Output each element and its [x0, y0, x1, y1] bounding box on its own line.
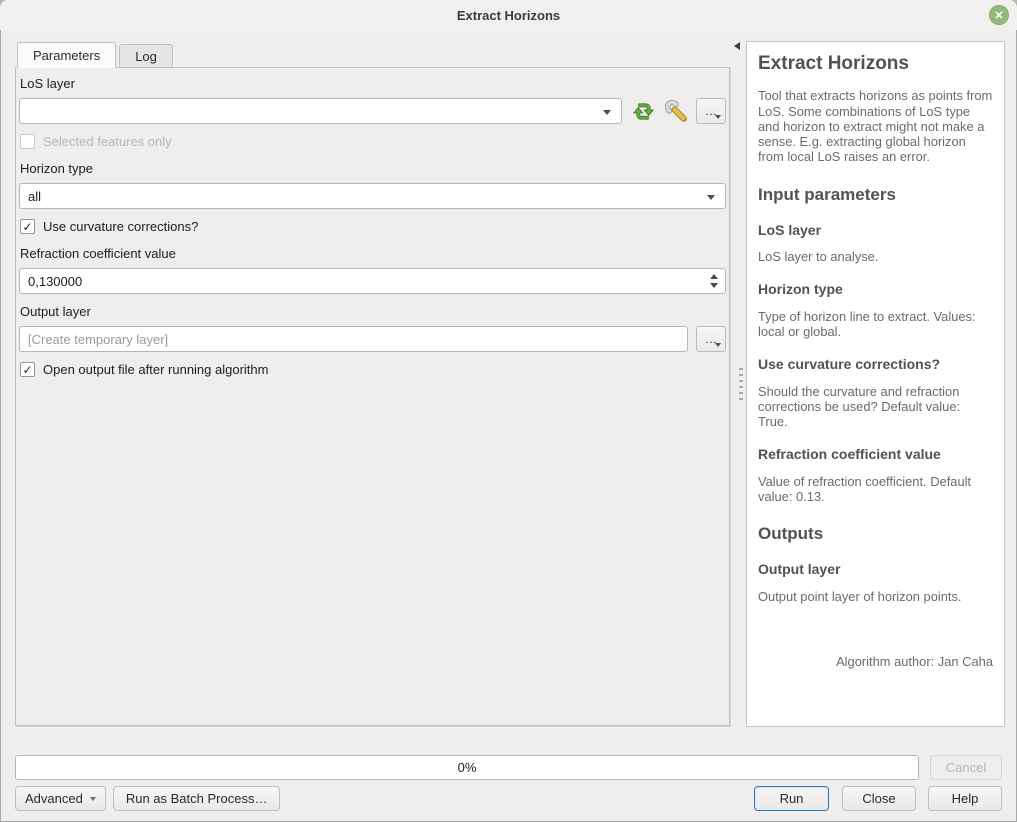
selected-features-label: Selected features only — [43, 134, 172, 149]
horizon-type-combobox[interactable]: all — [19, 183, 726, 209]
chevron-down-icon — [707, 195, 715, 200]
progress-row: 0% Cancel — [15, 755, 1002, 780]
curvature-row: ✓ Use curvature corrections? — [20, 219, 726, 234]
los-layer-browse-button[interactable]: … — [696, 98, 726, 124]
help-title: Extract Horizons — [758, 53, 993, 75]
run-as-batch-button[interactable]: Run as Batch Process… — [113, 786, 281, 811]
algorithm-author: Algorithm author: Jan Caha — [758, 654, 993, 669]
open-output-row: ✓ Open output file after running algorit… — [20, 362, 726, 377]
spin-down-icon[interactable] — [710, 283, 718, 288]
refraction-label: Refraction coefficient value — [20, 246, 726, 261]
splitter-handle[interactable] — [739, 368, 743, 400]
selected-features-checkbox — [20, 134, 35, 149]
chevron-down-icon — [715, 343, 721, 347]
output-layer-row: … — [19, 326, 726, 352]
chevron-down-icon — [90, 797, 96, 801]
help-input-parameters-heading: Input parameters — [758, 185, 993, 205]
tab-log[interactable]: Log — [119, 44, 173, 68]
help-param-name: Refraction coefficient value — [758, 446, 993, 463]
help-param-name: Horizon type — [758, 281, 993, 298]
iterate-icon-svg — [632, 100, 655, 123]
extract-horizons-dialog: Extract Horizons ✕ Parameters Log LoS la… — [0, 0, 1017, 822]
help-param-desc: Type of horizon line to extract. Values:… — [758, 309, 993, 339]
curvature-checkbox[interactable]: ✓ — [20, 219, 35, 234]
refraction-input[interactable] — [28, 274, 717, 289]
advanced-button[interactable]: Advanced — [15, 786, 106, 811]
output-layer-input[interactable] — [28, 332, 679, 347]
chevron-down-icon — [715, 115, 721, 119]
refraction-spinbox[interactable] — [19, 268, 726, 294]
window-close-icon[interactable]: ✕ — [989, 5, 1009, 25]
help-description: Tool that extracts horizons as points fr… — [758, 88, 993, 164]
open-output-label[interactable]: Open output file after running algorithm — [43, 362, 268, 377]
help-param-desc: LoS layer to analyse. — [758, 249, 993, 264]
advanced-options-wrench-icon[interactable] — [664, 99, 688, 123]
parameters-panel: LoS layer — [15, 67, 730, 726]
progress-bar: 0% — [15, 755, 919, 780]
help-button[interactable]: Help — [928, 786, 1002, 811]
advanced-label: Advanced — [25, 791, 83, 806]
run-button[interactable]: Run — [754, 786, 829, 811]
selected-features-row: Selected features only — [20, 134, 726, 149]
output-layer-field[interactable] — [19, 326, 688, 352]
output-layer-label: Output layer — [20, 304, 726, 319]
help-param-desc: Should the curvature and refraction corr… — [758, 384, 993, 430]
iterate-layer-icon[interactable] — [631, 99, 655, 123]
help-panel: Extract Horizons Tool that extracts hori… — [746, 41, 1005, 727]
horizon-type-value: all — [28, 189, 41, 204]
help-param-desc: Value of refraction coefficient. Default… — [758, 474, 993, 504]
los-layer-row: … — [19, 98, 726, 124]
help-output-name: Output layer — [758, 561, 993, 578]
spin-up-icon[interactable] — [710, 274, 718, 279]
horizon-type-label: Horizon type — [20, 161, 726, 176]
close-button[interactable]: Close — [842, 786, 916, 811]
open-output-checkbox[interactable]: ✓ — [20, 362, 35, 377]
chevron-down-icon — [603, 110, 611, 115]
curvature-label[interactable]: Use curvature corrections? — [43, 219, 198, 234]
tab-bar: Parameters Log — [15, 42, 730, 68]
help-panel-collapse-icon[interactable] — [734, 42, 740, 50]
progress-value: 0% — [458, 760, 477, 775]
parameters-tab-widget: Parameters Log LoS layer — [15, 42, 730, 726]
tab-parameters[interactable]: Parameters — [17, 42, 116, 68]
help-output-desc: Output point layer of horizon points. — [758, 589, 993, 604]
help-param-name: Use curvature corrections? — [758, 356, 993, 373]
title-bar[interactable]: Extract Horizons ✕ — [0, 0, 1017, 30]
wrench-icon-svg — [665, 100, 688, 123]
button-row: Advanced Run as Batch Process… Run Close… — [15, 786, 1002, 811]
los-layer-combobox[interactable] — [19, 98, 622, 124]
spinbox-arrows[interactable] — [710, 269, 718, 293]
output-layer-browse-button[interactable]: … — [696, 326, 726, 352]
cancel-button: Cancel — [930, 755, 1002, 780]
help-outputs-heading: Outputs — [758, 524, 993, 544]
window-title: Extract Horizons — [457, 8, 560, 23]
los-layer-label: LoS layer — [20, 76, 726, 91]
help-param-name: LoS layer — [758, 222, 993, 239]
